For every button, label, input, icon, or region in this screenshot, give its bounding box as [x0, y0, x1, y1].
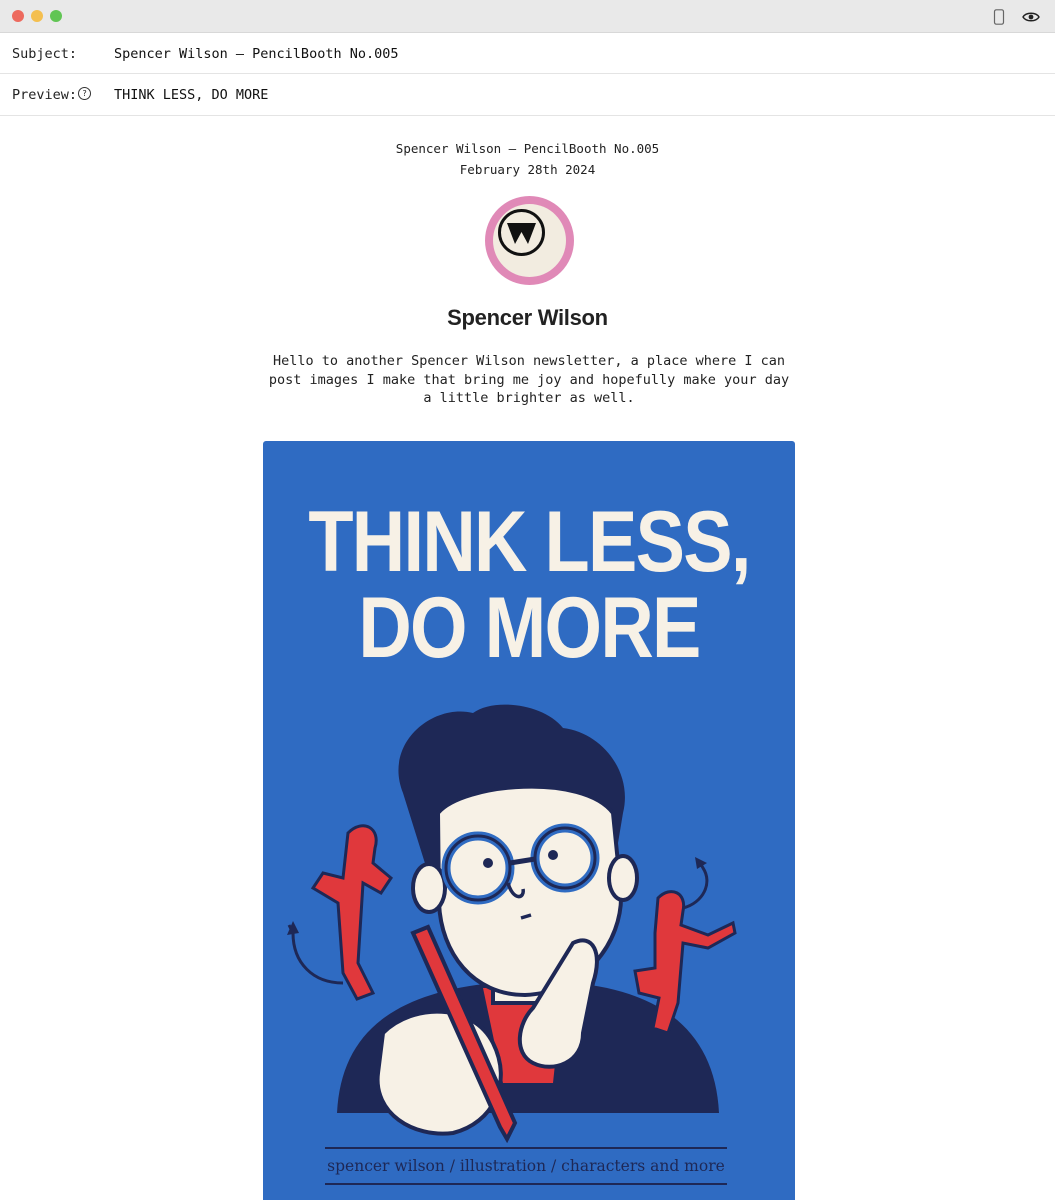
poster-title: THINK LESS, DO MORE	[300, 499, 758, 671]
help-icon[interactable]: ?	[78, 87, 92, 100]
maximize-window-button[interactable]	[50, 10, 62, 22]
preview-label: Preview:	[12, 87, 78, 103]
intro-text: Hello to another Spencer Wilson newslett…	[268, 353, 790, 406]
mobile-icon[interactable]	[989, 7, 1009, 27]
subject-label: Subject:	[12, 46, 78, 62]
subject-row: Subject: Spencer Wilson — PencilBooth No…	[0, 33, 1055, 74]
eye-icon[interactable]	[1021, 7, 1041, 27]
poster-image: THINK LESS, DO MORE spencer wilson / ill…	[263, 441, 795, 1200]
preview-label-group: Preview:?	[12, 87, 92, 103]
poster-title-line1: THINK LESS,	[308, 494, 751, 590]
poster-footer: spencer wilson / illustration / characte…	[325, 1147, 727, 1185]
w-logo-icon	[498, 209, 545, 256]
newsletter-header-line: Spencer Wilson — PencilBooth No.005	[395, 141, 660, 156]
preview-row: Preview:? THINK LESS, DO MORE	[0, 74, 1055, 116]
close-window-button[interactable]	[12, 10, 24, 22]
window-titlebar	[0, 0, 1055, 33]
subject-value[interactable]: Spencer Wilson — PencilBooth No.005	[114, 46, 398, 62]
avatar[interactable]	[485, 196, 574, 285]
newsletter-date: February 28th 2024	[459, 162, 596, 177]
poster-title-line2: DO MORE	[358, 580, 701, 676]
poster-illustration	[287, 704, 737, 1143]
author-name: Spencer Wilson	[447, 305, 608, 330]
preview-value[interactable]: THINK LESS, DO MORE	[114, 87, 268, 103]
minimize-window-button[interactable]	[31, 10, 43, 22]
